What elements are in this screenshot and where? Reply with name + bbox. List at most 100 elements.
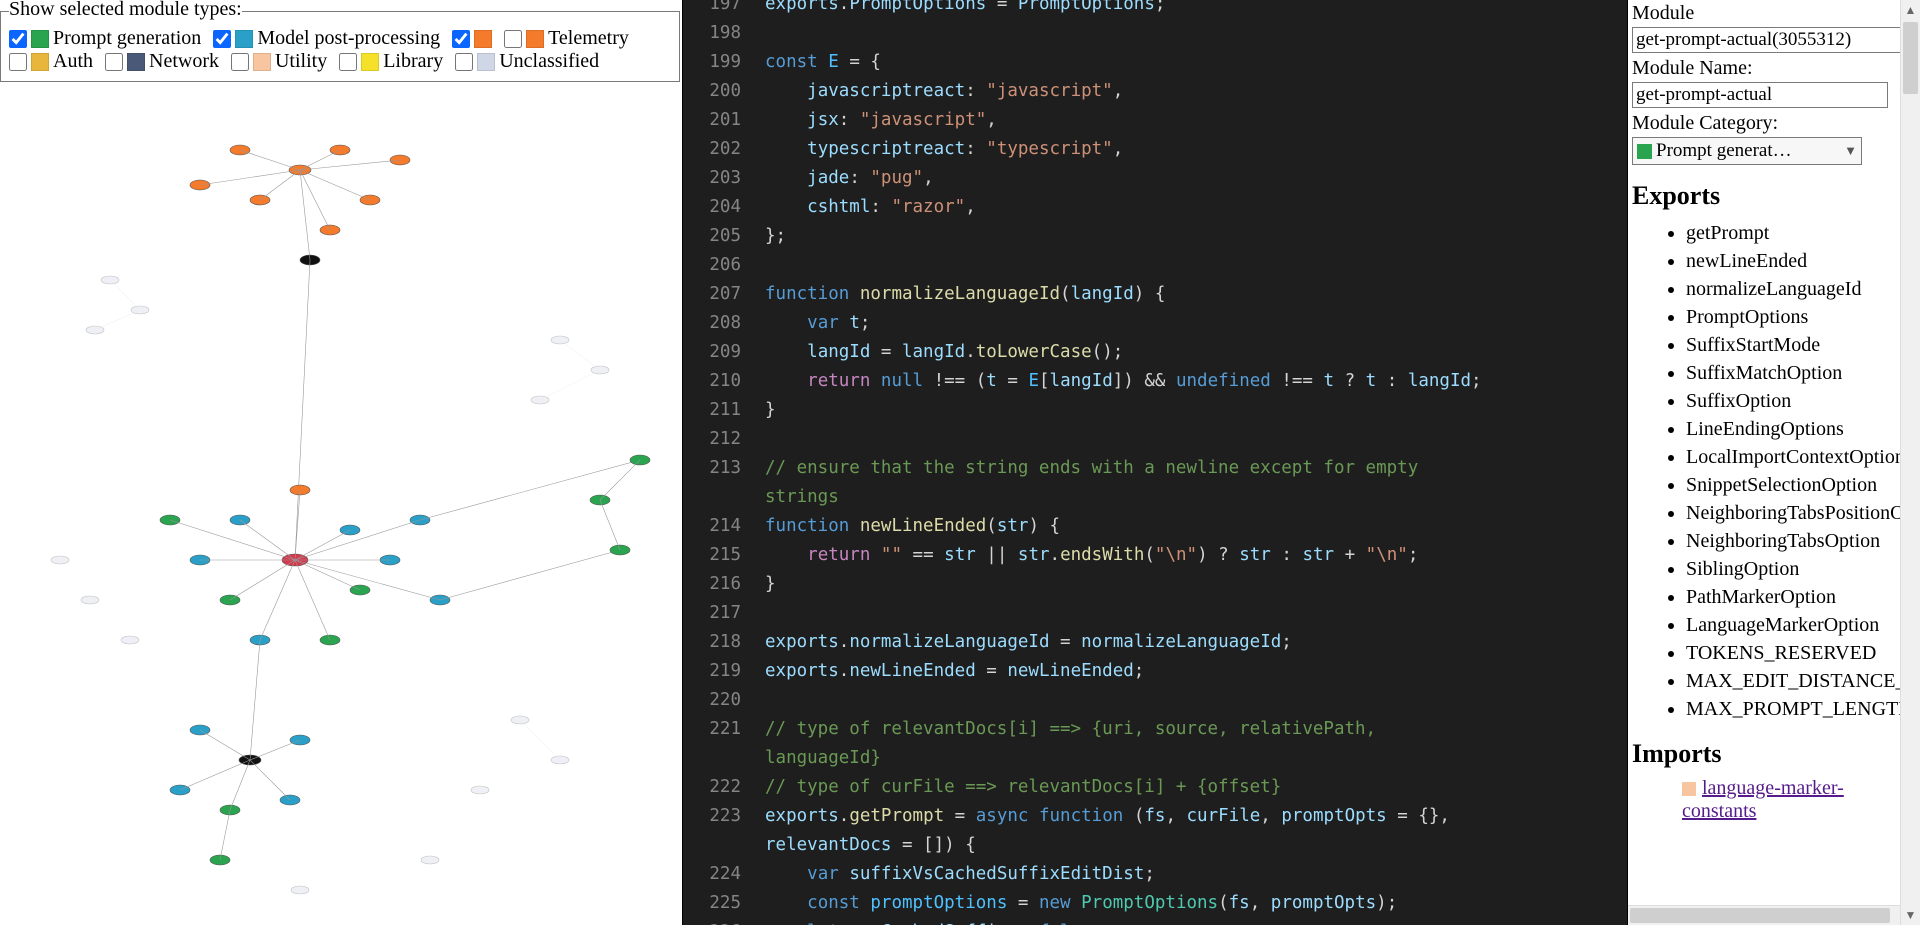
- legend-checkbox-orange[interactable]: [452, 30, 470, 48]
- code-line[interactable]: 197exports.PromptOptions = PromptOptions…: [683, 0, 1627, 19]
- code-editor[interactable]: 197exports.PromptOptions = PromptOptions…: [682, 0, 1628, 925]
- import-link[interactable]: language-marker-constants: [1682, 777, 1844, 822]
- legend-checkbox-prompt[interactable]: [9, 30, 27, 48]
- code-line[interactable]: 217: [683, 599, 1627, 628]
- horizontal-scrollbar[interactable]: [1628, 905, 1900, 925]
- code-line[interactable]: 216}: [683, 570, 1627, 599]
- code-line[interactable]: 215 return "" == str || str.endsWith("\n…: [683, 541, 1627, 570]
- export-item: MAX_EDIT_DISTANCE_LENGTH: [1686, 667, 1896, 695]
- legend-item-orange[interactable]: [452, 30, 492, 48]
- export-item: SuffixStartMode: [1686, 331, 1896, 359]
- line-number: 225: [683, 889, 755, 918]
- scroll-down-icon[interactable]: ▼: [1901, 905, 1920, 925]
- legend-item-unclass[interactable]: Unclassified: [455, 50, 599, 73]
- line-number: 207: [683, 280, 755, 309]
- code-line[interactable]: 213// ensure that the string ends with a…: [683, 454, 1627, 483]
- code-line[interactable]: 222// type of curFile ==> relevantDocs[i…: [683, 773, 1627, 802]
- module-graph[interactable]: [0, 0, 682, 925]
- line-number: 206: [683, 251, 755, 280]
- legend-label: Unclassified: [499, 50, 599, 73]
- export-item: PathMarkerOption: [1686, 583, 1896, 611]
- module-id-input[interactable]: [1632, 27, 1900, 53]
- code-line[interactable]: 202 typescriptreact: "typescript",: [683, 135, 1627, 164]
- code-line[interactable]: 209 langId = langId.toLowerCase();: [683, 338, 1627, 367]
- code-line[interactable]: 214function newLineEnded(str) {: [683, 512, 1627, 541]
- legend-checkbox-unclass[interactable]: [455, 53, 473, 71]
- code-line[interactable]: 203 jade: "pug",: [683, 164, 1627, 193]
- legend-item-post[interactable]: Model post-processing: [213, 27, 440, 50]
- legend-item-tele[interactable]: Telemetry: [504, 27, 629, 50]
- code-line[interactable]: 218exports.normalizeLanguageId = normali…: [683, 628, 1627, 657]
- code-line[interactable]: 212: [683, 425, 1627, 454]
- line-number: 217: [683, 599, 755, 628]
- module-name-label: Module Name:: [1632, 57, 1896, 80]
- legend-item-lib[interactable]: Library: [339, 50, 443, 73]
- module-label: Module: [1632, 2, 1896, 25]
- import-item: language-marker-constants: [1682, 777, 1896, 823]
- legend-swatch-unclass: [477, 53, 495, 71]
- imports-heading: Imports: [1632, 739, 1896, 769]
- line-number: 224: [683, 860, 755, 889]
- code-line-wrap[interactable]: .languageId}: [683, 744, 1627, 773]
- code-line[interactable]: 198: [683, 19, 1627, 48]
- legend-checkbox-auth[interactable]: [9, 53, 27, 71]
- code-line[interactable]: 201 jsx: "javascript",: [683, 106, 1627, 135]
- module-category-value: Prompt generat…: [1656, 140, 1792, 161]
- code-line[interactable]: 225 const promptOptions = new PromptOpti…: [683, 889, 1627, 918]
- legend-checkbox-post[interactable]: [213, 30, 231, 48]
- line-number: 226: [683, 918, 755, 925]
- legend-item-auth[interactable]: Auth: [9, 50, 93, 73]
- code-line[interactable]: 219exports.newLineEnded = newLineEnded;: [683, 657, 1627, 686]
- legend-label: Auth: [53, 50, 93, 73]
- vertical-scrollbar[interactable]: ▲ ▼: [1900, 0, 1920, 925]
- code-line[interactable]: 221// type of relevantDocs[i] ==> {uri, …: [683, 715, 1627, 744]
- module-category-select[interactable]: Prompt generat… ▼: [1632, 137, 1862, 165]
- code-line[interactable]: 220: [683, 686, 1627, 715]
- export-item: NeighboringTabsOption: [1686, 527, 1896, 555]
- code-line[interactable]: 200 javascriptreact: "javascript",: [683, 77, 1627, 106]
- line-number: 208: [683, 309, 755, 338]
- line-number: 201: [683, 106, 755, 135]
- export-item: SuffixMatchOption: [1686, 359, 1896, 387]
- code-line[interactable]: 199const E = {: [683, 48, 1627, 77]
- line-number: 210: [683, 367, 755, 396]
- imports-list: language-marker-constants: [1632, 777, 1896, 823]
- line-number: 222: [683, 773, 755, 802]
- legend-swatch-auth: [31, 53, 49, 71]
- code-line[interactable]: 226 let useCachedSuffix = false;: [683, 918, 1627, 925]
- export-item: LanguageMarkerOption: [1686, 611, 1896, 639]
- line-number: 204: [683, 193, 755, 222]
- line-number: 214: [683, 512, 755, 541]
- line-number: 223: [683, 802, 755, 831]
- scroll-up-icon[interactable]: ▲: [1901, 0, 1920, 20]
- line-number: 202: [683, 135, 755, 164]
- legend-item-util[interactable]: Utility: [231, 50, 327, 73]
- legend-label: Telemetry: [548, 27, 629, 50]
- module-name-input[interactable]: [1632, 82, 1888, 108]
- code-line-wrap[interactable]: .strings: [683, 483, 1627, 512]
- code-line[interactable]: 211}: [683, 396, 1627, 425]
- code-line[interactable]: 206: [683, 251, 1627, 280]
- code-line[interactable]: 208 var t;: [683, 309, 1627, 338]
- line-number: 216: [683, 570, 755, 599]
- code-line[interactable]: 205};: [683, 222, 1627, 251]
- code-line[interactable]: 204 cshtml: "razor",: [683, 193, 1627, 222]
- exports-list: getPromptnewLineEndednormalizeLanguageId…: [1632, 219, 1896, 723]
- line-number: 212: [683, 425, 755, 454]
- code-line-wrap[interactable]: .relevantDocs = []) {: [683, 831, 1627, 860]
- scrollbar-thumb-horizontal[interactable]: [1630, 908, 1890, 923]
- line-number: 200: [683, 77, 755, 106]
- legend-checkbox-tele[interactable]: [504, 30, 522, 48]
- export-item: SnippetSelectionOption: [1686, 471, 1896, 499]
- legend-checkbox-util[interactable]: [231, 53, 249, 71]
- legend-checkbox-lib[interactable]: [339, 53, 357, 71]
- legend-checkbox-net[interactable]: [105, 53, 123, 71]
- legend-label: Model post-processing: [257, 27, 440, 50]
- legend-item-prompt[interactable]: Prompt generation: [9, 27, 201, 50]
- code-line[interactable]: 224 var suffixVsCachedSuffixEditDist;: [683, 860, 1627, 889]
- code-line[interactable]: 207function normalizeLanguageId(langId) …: [683, 280, 1627, 309]
- scrollbar-thumb[interactable]: [1903, 22, 1918, 94]
- legend-item-net[interactable]: Network: [105, 50, 219, 73]
- code-line[interactable]: 210 return null !== (t = E[langId]) && u…: [683, 367, 1627, 396]
- code-line[interactable]: 223exports.getPrompt = async function (f…: [683, 802, 1627, 831]
